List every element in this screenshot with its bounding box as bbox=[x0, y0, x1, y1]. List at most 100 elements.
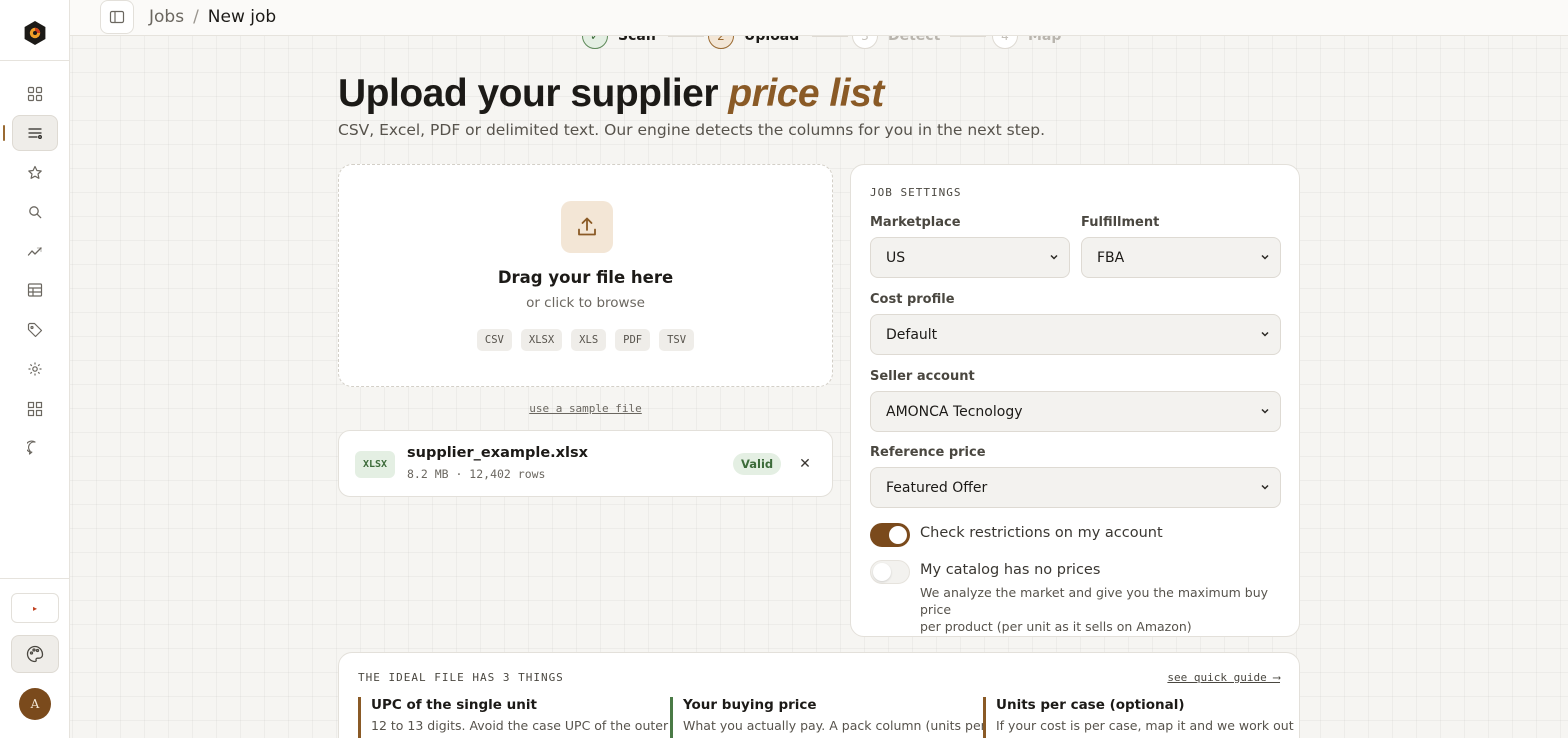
close-icon: ✕ bbox=[799, 456, 811, 472]
nav-jobs[interactable] bbox=[12, 115, 58, 151]
format-chip: PDF bbox=[615, 329, 651, 351]
apps-icon bbox=[27, 401, 43, 417]
breadcrumb-separator: / bbox=[193, 7, 199, 27]
no-prices-label: My catalog has no prices bbox=[920, 562, 1101, 578]
tip-title: UPC of the single unit bbox=[371, 697, 537, 713]
theme-button[interactable] bbox=[11, 635, 59, 673]
marketplace-label: Marketplace bbox=[870, 215, 961, 230]
search-icon bbox=[29, 206, 42, 219]
tip-title: Your buying price bbox=[683, 697, 817, 713]
status-badge: Valid bbox=[733, 453, 782, 475]
seller-account-label: Seller account bbox=[870, 369, 975, 384]
nav-messages[interactable] bbox=[12, 430, 58, 466]
chat-icon bbox=[27, 440, 36, 455]
file-meta: 8.2 MB · 12,402 rows bbox=[407, 467, 546, 481]
gear-icon bbox=[28, 362, 42, 376]
play-button[interactable]: ▸ bbox=[11, 593, 59, 623]
file-type-badge: XLSX bbox=[355, 451, 395, 478]
toggle-knob bbox=[873, 563, 891, 581]
marketplace-select[interactable]: US bbox=[870, 237, 1070, 278]
reference-price-value: Featured Offer bbox=[886, 479, 988, 496]
star-icon bbox=[28, 165, 42, 179]
breadcrumb-jobs[interactable]: Jobs bbox=[149, 7, 184, 27]
quick-guide-link[interactable]: see quick guide ⟶ bbox=[1167, 671, 1280, 684]
no-prices-toggle[interactable] bbox=[870, 560, 910, 584]
check-restrictions-toggle[interactable] bbox=[870, 523, 910, 547]
sidebar-toggle-icon bbox=[109, 10, 125, 24]
palette-icon bbox=[26, 645, 44, 663]
chevron-down-icon bbox=[1261, 408, 1269, 414]
format-chip: CSV bbox=[476, 329, 512, 351]
reference-price-select[interactable]: Featured Offer bbox=[870, 467, 1281, 508]
sidebar-divider bbox=[0, 60, 69, 61]
nav-search[interactable] bbox=[12, 194, 58, 230]
nav-favorites[interactable] bbox=[12, 155, 58, 191]
dropzone-title: Drag your file here bbox=[497, 268, 674, 287]
tip-text: 12 to 13 digits. Avoid the case UPC of t… bbox=[371, 718, 669, 733]
tag-icon bbox=[27, 322, 43, 338]
page-title-accent: price list bbox=[728, 72, 884, 115]
nav-apps[interactable] bbox=[12, 391, 58, 427]
topbar-front: Jobs / New job bbox=[70, 0, 1568, 36]
nav-analytics[interactable] bbox=[12, 233, 58, 269]
uploaded-file-card: XLSX supplier_example.xlsx 8.2 MB · 12,4… bbox=[338, 430, 833, 497]
ideal-tip: Units per case (optional) If your cost i… bbox=[983, 697, 1294, 738]
ideal-tip: UPC of the single unit 12 to 13 digits. … bbox=[358, 697, 669, 738]
format-chips: CSV XLSX XLS PDF TSV bbox=[339, 329, 832, 351]
dropzone-subtitle: or click to browse bbox=[526, 295, 645, 311]
chevron-down-icon bbox=[1261, 254, 1269, 260]
ideal-tip: Your buying price What you actually pay.… bbox=[670, 697, 986, 738]
fulfillment-label: Fulfillment bbox=[1081, 215, 1160, 230]
sidebar-divider bbox=[0, 578, 69, 579]
file-name: supplier_example.xlsx bbox=[407, 445, 588, 461]
format-chip: TSV bbox=[659, 329, 695, 351]
sidebar: ▸ A bbox=[0, 0, 70, 738]
fulfillment-value: FBA bbox=[1097, 249, 1125, 266]
seller-account-value: AMONCA Tecnology bbox=[886, 403, 1023, 420]
tip-text: What you actually pay. A pack column (un… bbox=[683, 718, 986, 733]
sample-file-link[interactable]: use a sample file bbox=[338, 402, 833, 415]
file-dropzone[interactable]: Drag your file here or click to browse C… bbox=[338, 164, 833, 387]
format-chip: XLSX bbox=[520, 329, 563, 351]
job-settings-title: JOB SETTINGS bbox=[870, 186, 962, 199]
cost-profile-label: Cost profile bbox=[870, 292, 955, 307]
play-icon: ▸ bbox=[32, 603, 37, 613]
nav-dashboard[interactable] bbox=[12, 76, 58, 112]
logo-icon[interactable] bbox=[22, 20, 48, 46]
ideal-file-title: THE IDEAL FILE HAS 3 THINGS bbox=[358, 671, 564, 684]
breadcrumb-current: New job bbox=[207, 7, 277, 27]
page-title: Upload your supplier price list bbox=[338, 72, 884, 116]
active-indicator bbox=[3, 125, 5, 141]
upload-icon bbox=[561, 201, 613, 253]
avatar[interactable]: A bbox=[19, 688, 51, 720]
ideal-file-card: THE IDEAL FILE HAS 3 THINGS see quick gu… bbox=[338, 652, 1300, 738]
marketplace-value: US bbox=[886, 249, 906, 266]
cost-profile-value: Default bbox=[886, 326, 938, 343]
no-prices-description-line: We analyze the market and give you the m… bbox=[920, 585, 1269, 617]
check-restrictions-label: Check restrictions on my account bbox=[920, 525, 1163, 541]
no-prices-description: We analyze the market and give you the m… bbox=[920, 584, 1299, 635]
tip-title: Units per case (optional) bbox=[996, 697, 1185, 713]
reference-price-label: Reference price bbox=[870, 445, 986, 460]
page-subtitle: CSV, Excel, PDF or delimited text. Our e… bbox=[338, 121, 1046, 139]
breadcrumb: Jobs / New job bbox=[149, 7, 276, 27]
tip-text: If your cost is per case, map it and we … bbox=[996, 718, 1294, 733]
chevron-down-icon bbox=[1261, 484, 1269, 490]
format-chip: XLS bbox=[571, 329, 607, 351]
seller-account-select[interactable]: AMONCA Tecnology bbox=[870, 391, 1281, 432]
remove-file-button[interactable]: ✕ bbox=[797, 455, 813, 473]
toggle-knob bbox=[889, 526, 907, 544]
table-icon bbox=[27, 283, 43, 297]
nav-tags[interactable] bbox=[12, 312, 58, 348]
job-settings-panel: JOB SETTINGS Marketplace US Fulfillment … bbox=[850, 164, 1300, 637]
nav-settings[interactable] bbox=[12, 351, 58, 387]
page-title-main: Upload your supplier bbox=[338, 72, 729, 115]
fulfillment-select[interactable]: FBA bbox=[1081, 237, 1281, 278]
cost-profile-select[interactable]: Default bbox=[870, 314, 1281, 355]
grid-icon bbox=[27, 86, 43, 102]
nav-tables[interactable] bbox=[12, 272, 58, 308]
trend-icon bbox=[27, 247, 42, 256]
list-icon bbox=[28, 128, 42, 139]
no-prices-description-line: per product (per unit as it sells on Ama… bbox=[920, 619, 1192, 634]
sidebar-toggle-button[interactable] bbox=[100, 0, 134, 34]
